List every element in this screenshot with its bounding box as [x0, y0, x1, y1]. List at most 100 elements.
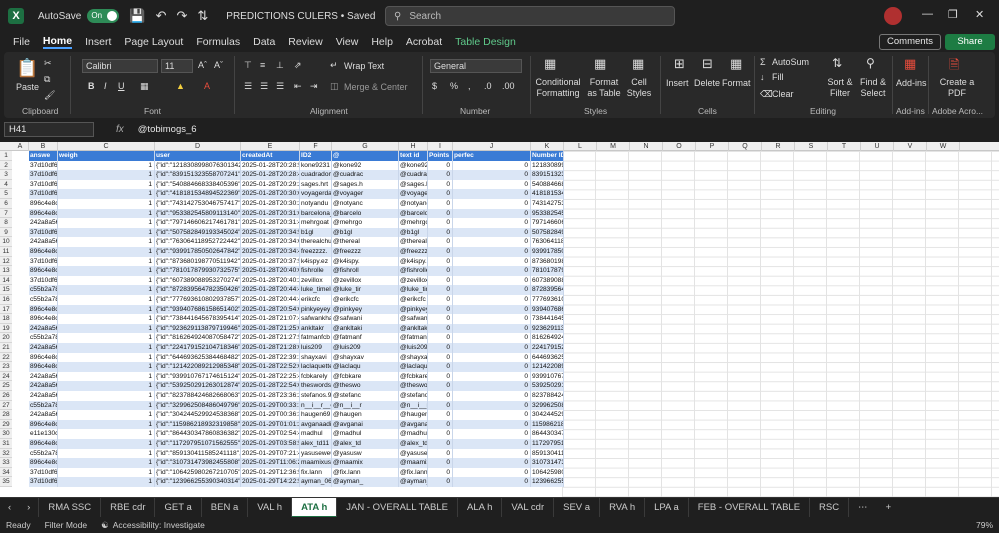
table-cell[interactable]: theswordslicer	[300, 381, 332, 391]
table-cell[interactable]: {"id":"117297951071562555","	[155, 439, 241, 449]
clear-button[interactable]: Clear	[772, 89, 794, 99]
table-cell[interactable]: {"id":"859130411585241118","	[155, 448, 241, 459]
table-cell[interactable]: @sages.h	[332, 179, 399, 190]
table-cell[interactable]: @shayxav	[332, 352, 399, 363]
table-cell[interactable]: {"id":"923629113879719946","	[155, 323, 241, 334]
table-cell[interactable]: 0	[453, 208, 531, 219]
table-cell[interactable]: @kone9231	[399, 160, 428, 171]
row-header[interactable]: 15	[0, 285, 12, 295]
table-cell[interactable]: 1	[58, 160, 155, 171]
table-cell[interactable]: @n__i__r__o	[399, 400, 428, 411]
table-cell[interactable]: 0	[453, 458, 531, 468]
table-cell[interactable]: @mehrgoat	[399, 218, 428, 228]
insert-cells-button[interactable]: Insert	[666, 78, 689, 88]
table-header-cell[interactable]: user	[155, 151, 241, 161]
table-cell[interactable]: 1	[58, 314, 155, 324]
table-cell[interactable]: @notyanc	[332, 199, 399, 209]
table-cell[interactable]: 242a8a56-	[29, 343, 58, 353]
table-cell[interactable]: madhul	[300, 429, 332, 439]
underline-icon[interactable]: U	[118, 81, 125, 91]
table-cell[interactable]: {"id":"115986218932319858","	[155, 419, 241, 430]
table-cell[interactable]: 2025-01-28T20:40:26.410Z	[241, 275, 300, 286]
menu-view[interactable]: View	[336, 36, 359, 48]
table-cell[interactable]: 0	[428, 381, 453, 391]
table-header-cell[interactable]: Number ID	[531, 151, 564, 161]
row-header[interactable]: 33	[0, 458, 12, 468]
table-cell[interactable]: barcelona_1899	[300, 208, 332, 219]
column-header-w[interactable]: W	[927, 142, 960, 151]
font-color-icon[interactable]: A	[204, 81, 210, 91]
format-cells-button[interactable]: Format	[722, 78, 751, 88]
table-cell[interactable]: c55b2a78-	[29, 448, 58, 459]
table-cell[interactable]: @alex_td11	[399, 439, 428, 449]
table-cell[interactable]: 2025-01-28T20:30:09.622Z	[241, 189, 300, 199]
sheet-tab-val-h[interactable]: VAL h	[248, 497, 293, 518]
row-header[interactable]: 6	[0, 199, 12, 209]
table-cell[interactable]: 2025-01-28T21:27:55.914Z	[241, 333, 300, 343]
cell-styles-button[interactable]: Cell Styles	[622, 77, 656, 99]
table-cell[interactable]: {"id":"329962508486049796","	[155, 400, 241, 411]
table-cell[interactable]: 242a8a56-	[29, 371, 58, 382]
table-cell[interactable]: 896c4e8c-	[29, 304, 58, 315]
table-cell[interactable]: @ankltaki	[332, 323, 399, 334]
table-cell[interactable]: 763064118952722442	[531, 237, 564, 247]
table-cell[interactable]: 2025-01-29T14:22:57.684Z	[241, 477, 300, 487]
save-icon[interactable]: 💾	[129, 8, 145, 24]
table-cell[interactable]: 0	[453, 381, 531, 391]
table-cell[interactable]: 242a8a56-	[29, 391, 58, 401]
table-cell[interactable]: 0	[428, 304, 453, 315]
table-cell[interactable]: 0	[453, 391, 531, 401]
table-cell[interactable]: @madhul	[332, 429, 399, 439]
table-cell[interactable]: shayxavi	[300, 352, 332, 363]
table-cell[interactable]: @stefanos.92	[399, 391, 428, 401]
table-cell[interactable]: c55b2a78-	[29, 400, 58, 411]
table-cell[interactable]: 0	[453, 256, 531, 267]
table-cell[interactable]: @theswo	[332, 381, 399, 391]
table-cell[interactable]: 0	[428, 467, 453, 478]
table-cell[interactable]: 0	[453, 448, 531, 459]
row-header[interactable]: 25	[0, 381, 12, 391]
table-cell[interactable]: 37d10df6-	[29, 227, 58, 238]
table-header-cell[interactable]: ID2	[300, 151, 332, 161]
table-cell[interactable]: {"id":"939917850502647842","	[155, 247, 241, 257]
table-cell[interactable]: 2025-01-29T03:58:58.664Z	[241, 439, 300, 449]
table-cell[interactable]: 896c4e8c-	[29, 314, 58, 324]
table-cell[interactable]: {"id":"873680198770511942","	[155, 256, 241, 267]
table-cell[interactable]: 2025-01-29T00:33:11.217Z	[241, 400, 300, 411]
table-cell[interactable]: @sages.hrt	[399, 179, 428, 190]
row-header[interactable]: 26	[0, 391, 12, 401]
table-cell[interactable]: 1	[58, 247, 155, 257]
table-cell[interactable]: {"id":"823788424682668063","	[155, 391, 241, 401]
table-cell[interactable]: 37d10df6-	[29, 477, 58, 487]
column-header-k[interactable]: K	[531, 142, 564, 151]
align-center-icon[interactable]: ☰	[260, 81, 268, 92]
menu-data[interactable]: Data	[253, 36, 275, 48]
table-cell[interactable]: @b1gl	[399, 227, 428, 238]
table-cell[interactable]: 242a8a56-	[29, 237, 58, 247]
table-cell[interactable]: 0	[428, 477, 453, 487]
table-cell[interactable]: {"id":"738441645678395414","	[155, 314, 241, 324]
table-cell[interactable]: 1	[58, 391, 155, 401]
table-cell[interactable]: 0	[453, 314, 531, 324]
table-cell[interactable]: {"id":"418181534894522369","	[155, 189, 241, 199]
row-header[interactable]: 11	[0, 247, 12, 257]
row-header[interactable]: 4	[0, 179, 12, 190]
table-header-cell[interactable]: Points	[428, 151, 453, 161]
table-cell[interactable]: @theswordslicer	[399, 381, 428, 391]
row-header[interactable]: 34	[0, 467, 12, 478]
row-header[interactable]: 28	[0, 410, 12, 420]
table-cell[interactable]: @erikcfc	[399, 295, 428, 305]
table-cell[interactable]: 0	[428, 170, 453, 180]
table-cell[interactable]: 1	[58, 410, 155, 420]
table-cell[interactable]: @fix.lann	[399, 467, 428, 478]
sheet-tab-rsc[interactable]: RSC	[810, 497, 850, 518]
column-header-p[interactable]: P	[696, 142, 729, 151]
table-cell[interactable]: @mehrgo	[332, 218, 399, 228]
row-header[interactable]: 9	[0, 227, 12, 238]
next-sheet-icon[interactable]: ›	[19, 497, 40, 518]
table-cell[interactable]: {"id":"743142753046757417","	[155, 199, 241, 209]
table-cell[interactable]: @k4ispy.ez	[399, 256, 428, 267]
row-header[interactable]: 8	[0, 218, 12, 228]
row-header[interactable]: 7	[0, 208, 12, 219]
row-header[interactable]: 23	[0, 362, 12, 372]
